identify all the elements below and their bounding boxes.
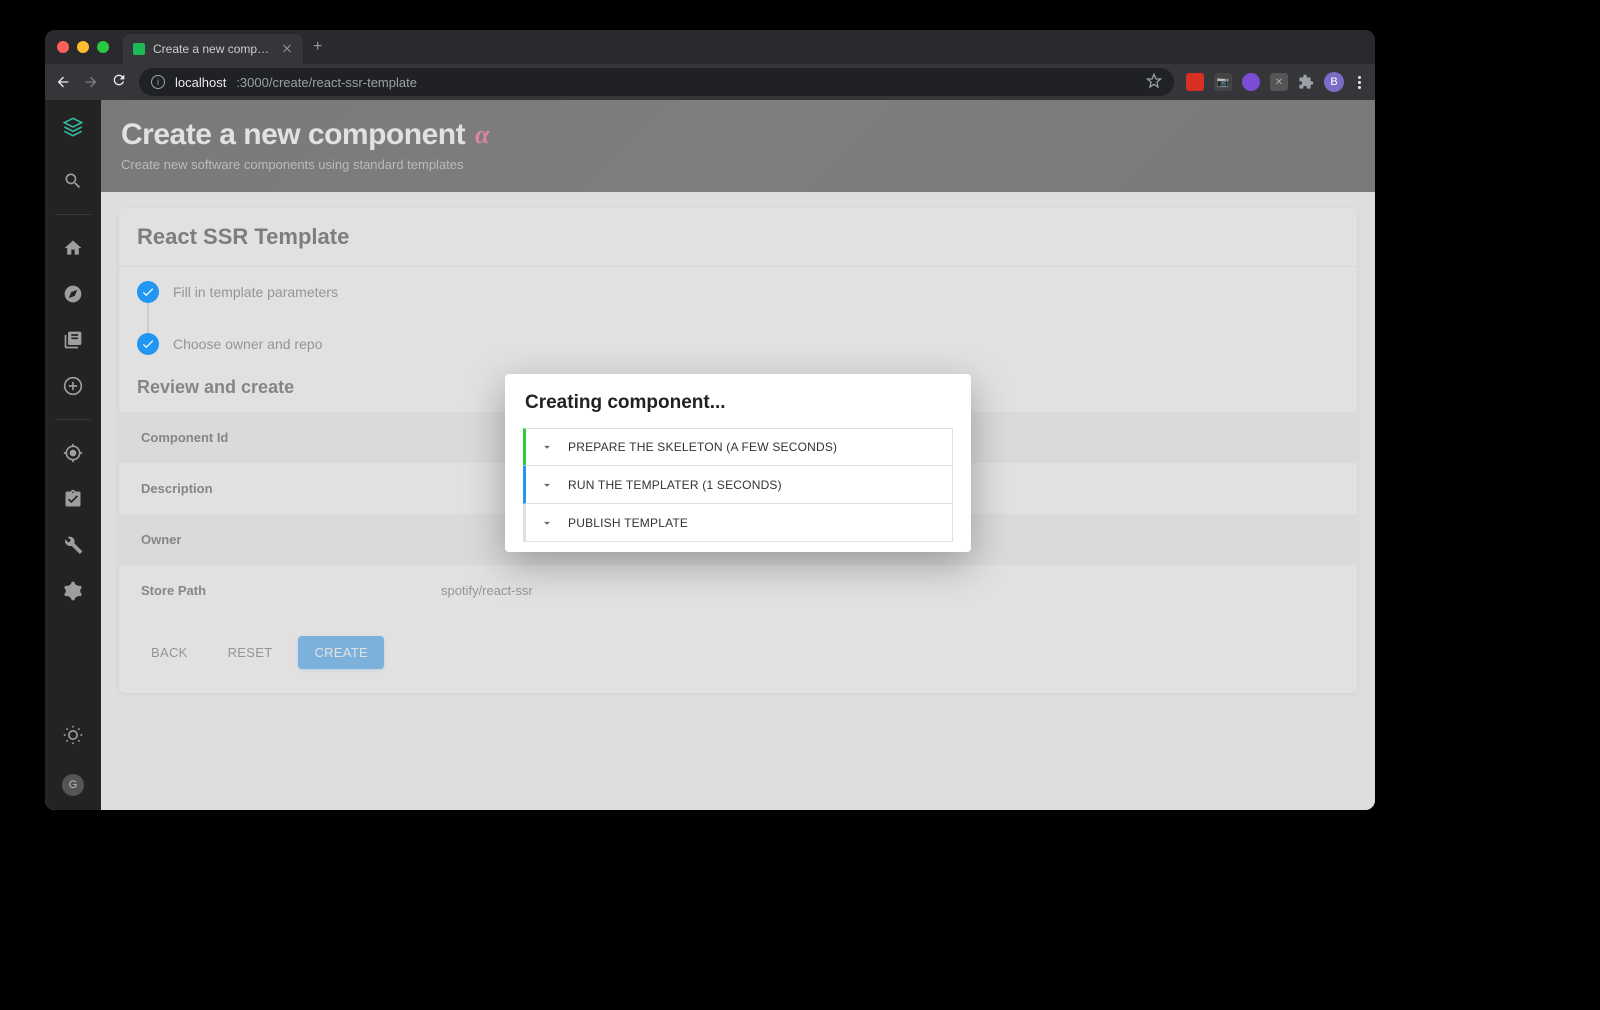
graphql-icon[interactable]	[62, 580, 84, 602]
creating-modal: Creating component... PREPARE THE SKELET…	[505, 374, 971, 552]
url-path: :3000/create/react-ssr-template	[236, 75, 417, 90]
modal-step-label: RUN THE TEMPLATER (1 SECONDS)	[568, 478, 782, 492]
window-minimize-button[interactable]	[77, 41, 89, 53]
toolbar-extensions: 📷 ✕ B	[1186, 72, 1365, 92]
extension-icon[interactable]: ✕	[1270, 73, 1288, 91]
browser-window: Create a new component | Bac + i localho…	[45, 30, 1375, 810]
tab-title: Create a new component | Bac	[153, 42, 273, 56]
browser-tab[interactable]: Create a new component | Bac	[123, 34, 303, 64]
bookmark-star-icon[interactable]	[1146, 73, 1162, 92]
target-icon[interactable]	[62, 442, 84, 464]
nav-back-button[interactable]	[55, 74, 71, 90]
modal-step-item[interactable]: PREPARE THE SKELETON (A FEW SECONDS)	[523, 428, 953, 466]
chevron-down-icon	[540, 440, 554, 454]
nav-forward-button[interactable]	[83, 74, 99, 90]
app-logo-icon[interactable]	[60, 114, 86, 140]
docs-icon[interactable]	[62, 329, 84, 351]
extension-icon[interactable]	[1186, 73, 1204, 91]
modal-step-item[interactable]: RUN THE TEMPLATER (1 SECONDS)	[523, 466, 953, 504]
address-bar[interactable]: i localhost :3000/create/react-ssr-templa…	[139, 68, 1174, 96]
modal-scrim[interactable]: Creating component... PREPARE THE SKELET…	[101, 100, 1375, 810]
create-icon[interactable]	[62, 375, 84, 397]
step-complete-icon	[137, 281, 159, 303]
explore-icon[interactable]	[62, 283, 84, 305]
new-tab-button[interactable]: +	[313, 38, 322, 56]
viewport: G Create a new component α Create new so…	[45, 100, 1375, 810]
modal-step-item[interactable]: PUBLISH TEMPLATE	[523, 504, 953, 542]
window-close-button[interactable]	[57, 41, 69, 53]
extension-icon[interactable]: 📷	[1214, 73, 1232, 91]
site-info-icon[interactable]: i	[151, 75, 165, 89]
wrench-icon[interactable]	[62, 534, 84, 556]
browser-titlebar: Create a new component | Bac +	[45, 30, 1375, 64]
chevron-down-icon	[540, 516, 554, 530]
favicon-icon	[133, 43, 145, 55]
modal-step-label: PUBLISH TEMPLATE	[568, 516, 688, 530]
checklist-icon[interactable]	[62, 488, 84, 510]
user-avatar[interactable]: G	[62, 774, 84, 796]
chevron-down-icon	[540, 478, 554, 492]
window-controls	[57, 41, 109, 53]
modal-title: Creating component...	[505, 374, 971, 428]
step-complete-icon	[137, 333, 159, 355]
browser-toolbar: i localhost :3000/create/react-ssr-templa…	[45, 64, 1375, 100]
modal-steps-list: PREPARE THE SKELETON (A FEW SECONDS) RUN…	[505, 428, 971, 550]
main-content: Create a new component α Create new soft…	[101, 100, 1375, 810]
reload-button[interactable]	[111, 72, 127, 93]
window-maximize-button[interactable]	[97, 41, 109, 53]
home-icon[interactable]	[62, 237, 84, 259]
modal-step-label: PREPARE THE SKELETON (A FEW SECONDS)	[568, 440, 837, 454]
puzzle-icon[interactable]	[1298, 74, 1314, 90]
close-tab-icon[interactable]	[281, 43, 293, 55]
extension-icon[interactable]	[1242, 73, 1260, 91]
theme-toggle-icon[interactable]	[62, 724, 84, 746]
profile-avatar[interactable]: B	[1324, 72, 1344, 92]
browser-menu-button[interactable]	[1354, 76, 1365, 89]
search-icon[interactable]	[62, 170, 84, 192]
url-host: localhost	[175, 75, 226, 90]
app-sidebar: G	[45, 100, 101, 810]
